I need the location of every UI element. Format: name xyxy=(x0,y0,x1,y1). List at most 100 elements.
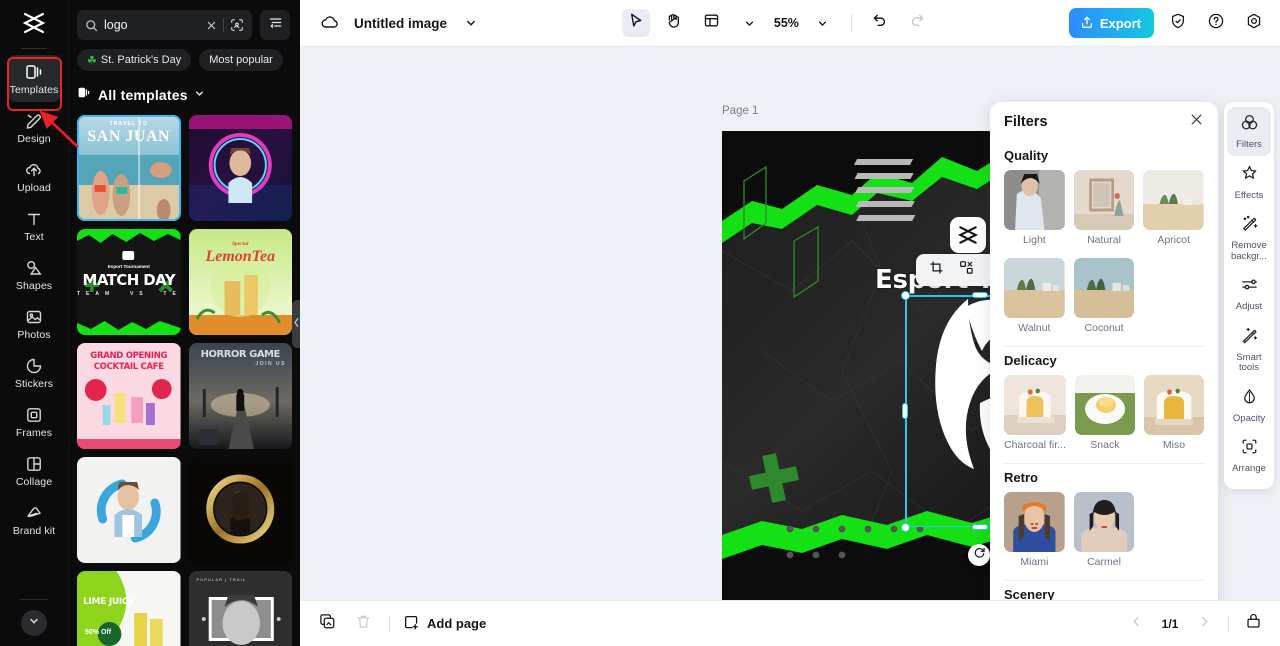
filter-item-natural[interactable]: Natural xyxy=(1073,170,1135,246)
right-rail-label: Smart tools xyxy=(1236,351,1262,373)
chip-most-popular[interactable]: Most popular xyxy=(199,49,283,71)
export-button[interactable]: Export xyxy=(1068,8,1154,38)
filter-item-coconut[interactable]: Coconut xyxy=(1073,258,1135,334)
sidebar-item-collage[interactable]: Collage xyxy=(7,447,61,494)
undo-button[interactable] xyxy=(866,9,894,37)
sidebar-item-frames[interactable]: Frames xyxy=(7,398,61,445)
prev-page-button[interactable] xyxy=(1123,611,1149,637)
sidebar-item-shapes[interactable]: Shapes xyxy=(7,251,61,298)
filter-item-miso[interactable]: Miso xyxy=(1143,375,1204,451)
clover-icon: ☘ xyxy=(87,54,97,67)
layout-chevron-button[interactable] xyxy=(736,9,764,37)
sidebar-item-templates[interactable]: Templates xyxy=(7,55,61,102)
rail-footer xyxy=(0,599,68,646)
opacity-icon xyxy=(1240,387,1259,411)
sidebar-item-label: Design xyxy=(17,133,51,145)
filter-label: Snack xyxy=(1090,439,1120,451)
collapse-panel-handle[interactable] xyxy=(292,300,300,348)
template-subtitle: 50% Off xyxy=(85,629,112,636)
sidebar-item-stickers[interactable]: Stickers xyxy=(7,349,61,396)
capcut-logo[interactable] xyxy=(0,0,68,46)
close-icon[interactable] xyxy=(206,20,217,31)
template-card[interactable]: POPULAR | TRAIL Your Name xyxy=(188,571,292,646)
filter-item-light[interactable]: Light xyxy=(1004,170,1065,246)
close-icon xyxy=(1189,112,1204,132)
search-input[interactable]: logo xyxy=(77,10,252,40)
resize-handle-top-left[interactable] xyxy=(900,290,910,300)
document-title[interactable]: Untitled image xyxy=(354,16,447,31)
right-rail-item-filters[interactable]: Filters xyxy=(1227,107,1271,156)
template-card[interactable] xyxy=(188,115,292,221)
sidebar-item-photos[interactable]: Photos xyxy=(7,300,61,347)
template-card[interactable]: LIME JUICE 50% Off xyxy=(77,571,181,646)
capcut-editor: Templates Design Upload Text Shapes Phot… xyxy=(0,0,1280,646)
zoom-level[interactable]: 55% xyxy=(774,16,799,30)
template-card[interactable]: Esport Tournament MATCH DAY TEAM VS TEAM xyxy=(77,229,181,335)
filter-item-charcoal-fire[interactable]: Charcoal fir... xyxy=(1004,375,1066,451)
filter-button[interactable] xyxy=(260,10,290,40)
sidebar-item-upload[interactable]: Upload xyxy=(7,153,61,200)
settings-button[interactable] xyxy=(1240,9,1268,37)
zoom-chevron-button[interactable] xyxy=(809,9,837,37)
filter-item-carmel[interactable]: Carmel xyxy=(1073,492,1135,568)
resize-handle-top[interactable] xyxy=(972,292,988,298)
layout-tool-button[interactable] xyxy=(698,9,726,37)
right-rail-item-arrange[interactable]: Arrange xyxy=(1227,431,1271,480)
hand-icon xyxy=(665,12,682,34)
close-panel-button[interactable] xyxy=(1189,112,1204,132)
main-area: Untitled image 55% Export Page 1 Filters… xyxy=(300,0,1280,646)
filter-thumbnail xyxy=(1143,375,1204,435)
template-card[interactable]: GRAND OPENING COCKTAIL CAFE xyxy=(77,343,181,449)
template-card[interactable] xyxy=(188,457,292,563)
image-search-icon[interactable] xyxy=(230,18,244,32)
filter-item-miami[interactable]: Miami xyxy=(1004,492,1065,568)
chip-st-patricks-day[interactable]: ☘ St. Patrick's Day xyxy=(77,49,192,71)
next-page-button[interactable] xyxy=(1191,611,1217,637)
filter-thumbnail xyxy=(1073,170,1135,230)
shield-button[interactable] xyxy=(1164,9,1192,37)
resize-handle-bottom[interactable] xyxy=(972,524,988,530)
filter-item-walnut[interactable]: Walnut xyxy=(1004,258,1065,334)
right-rail-item-remove-background[interactable]: Remove backgr... xyxy=(1227,208,1271,267)
filter-item-apricot[interactable]: Apricot xyxy=(1143,170,1204,246)
hand-tool-button[interactable] xyxy=(660,9,688,37)
pages-panel-button[interactable] xyxy=(1240,611,1266,637)
template-card[interactable]: Special LemonTea xyxy=(188,229,292,335)
right-rail-item-effects[interactable]: Effects xyxy=(1227,158,1271,207)
section-title: Quality xyxy=(1004,148,1049,163)
select-tool-button[interactable] xyxy=(621,9,650,37)
template-card[interactable]: HORROR GAME JOIN US xyxy=(188,343,292,449)
resize-handle-bottom-left[interactable] xyxy=(900,522,910,532)
remove-background-icon xyxy=(1240,214,1259,238)
chevron-right-icon xyxy=(1198,615,1211,633)
add-page-button[interactable]: Add page xyxy=(403,614,486,634)
sidebar-item-brand-kit[interactable]: Brand kit xyxy=(7,496,61,544)
right-rail-item-adjust[interactable]: Adjust xyxy=(1227,269,1271,318)
resize-handle-left[interactable] xyxy=(902,403,908,419)
rotate-icon xyxy=(973,546,986,564)
sidebar-item-design[interactable]: Design xyxy=(7,104,61,151)
right-rail-item-smart-tools[interactable]: Smart tools xyxy=(1227,320,1271,379)
canvas-area[interactable]: Page 1 Filters Quality Light Natural Apr… xyxy=(300,47,1280,600)
cutout-button[interactable] xyxy=(954,258,978,282)
chevron-down-icon[interactable] xyxy=(457,9,485,37)
template-card[interactable] xyxy=(77,457,181,563)
sidebar-item-text[interactable]: Text xyxy=(7,202,61,249)
help-button[interactable] xyxy=(1202,9,1230,37)
category-selector[interactable]: All templates xyxy=(69,71,300,113)
template-card[interactable]: TRAVEL TO SAN JUAN xyxy=(77,115,181,221)
filters-panel-body[interactable]: Quality Light Natural Apricot Walnut Coc… xyxy=(990,142,1218,600)
redo-button[interactable] xyxy=(904,9,932,37)
cloud-saved-icon[interactable] xyxy=(316,9,344,37)
chevron-left-icon xyxy=(293,315,300,333)
upload-icon xyxy=(24,160,44,180)
duplicate-page-button[interactable] xyxy=(314,611,340,637)
template-title: LemonTea xyxy=(205,248,276,265)
right-rail-item-opacity[interactable]: Opacity xyxy=(1227,381,1271,430)
crop-button[interactable] xyxy=(924,258,948,282)
rotate-handle[interactable] xyxy=(968,544,990,566)
delete-page-button[interactable] xyxy=(350,611,376,637)
adjust-icon xyxy=(1240,275,1259,299)
expand-rail-button[interactable] xyxy=(21,610,47,636)
filter-item-snack[interactable]: Snack xyxy=(1074,375,1135,451)
